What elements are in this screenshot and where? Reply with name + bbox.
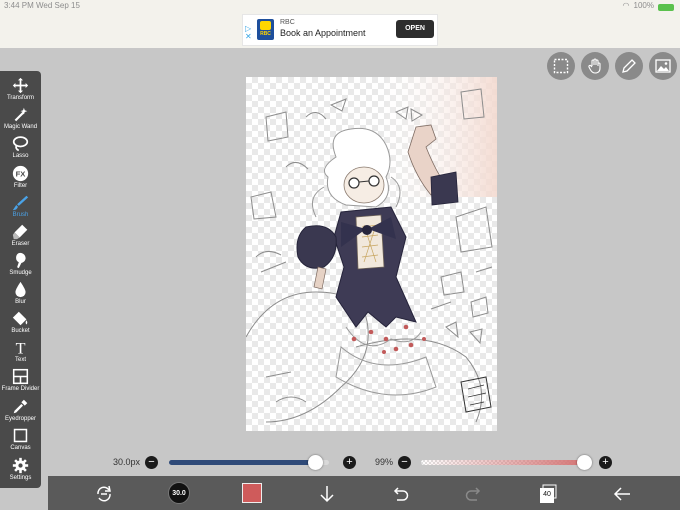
status-bar: 3:44 PM Wed Sep 15 ◠ 100%	[0, 0, 680, 12]
tool-label: Canvas	[10, 445, 31, 451]
status-time: 3:44 PM Wed Sep 15	[4, 1, 80, 10]
svg-text:FX: FX	[16, 169, 27, 178]
magic-wand-icon	[14, 107, 28, 122]
tool-transform[interactable]: Transform	[0, 76, 41, 105]
pen-button[interactable]	[615, 52, 643, 80]
move-icon	[12, 77, 29, 94]
tool-label: Frame Divider	[1, 386, 40, 392]
ad-brand: RBC	[280, 19, 295, 26]
brush-size-decrease-button[interactable]: −	[145, 456, 158, 469]
image-icon	[655, 59, 671, 73]
tool-magic-wand[interactable]: Magic Wand	[0, 105, 41, 134]
tool-label: Settings	[9, 475, 32, 481]
status-right: ◠ 100%	[623, 0, 674, 12]
brush-size-slider[interactable]	[169, 460, 329, 465]
opacity-decrease-button[interactable]: −	[398, 456, 411, 469]
tool-eraser[interactable]: Eraser	[0, 222, 41, 251]
tool-brush[interactable]: Brush	[0, 193, 41, 222]
tool-label: Transform	[6, 95, 35, 101]
tool-eyedropper[interactable]: Eyedropper	[0, 397, 41, 426]
artwork-illustration	[246, 77, 497, 423]
ad-title: Book an Appointment	[280, 28, 366, 38]
tool-label: Magic Wand	[3, 124, 38, 130]
undo-button[interactable]	[389, 483, 411, 505]
hand-icon	[588, 58, 601, 74]
tool-canvas[interactable]: Canvas	[0, 426, 41, 455]
battery-icon	[658, 3, 674, 11]
tool-blur[interactable]: Blur	[0, 280, 41, 309]
gear-icon	[12, 457, 29, 474]
tool-text[interactable]: T Text	[0, 338, 41, 367]
tool-label: Smudge	[9, 270, 32, 276]
lasso-icon	[12, 136, 29, 152]
tool-settings[interactable]: Settings	[0, 456, 41, 485]
tool-label: Text	[14, 357, 26, 363]
tool-label: Blur	[15, 299, 26, 305]
selection-button[interactable]	[547, 52, 575, 80]
arrow-down-icon	[320, 486, 334, 503]
opacity-value: 99%	[375, 457, 394, 467]
wifi-icon: ◠	[622, 1, 630, 10]
image-button[interactable]	[649, 52, 677, 80]
tool-label: Filter	[13, 183, 28, 189]
ad-area: ▷ ✕ RBC RBC Book an Appointment OPEN	[0, 12, 680, 48]
arrow-left-icon	[613, 487, 630, 501]
layers-button[interactable]: 40	[537, 483, 559, 505]
hand-button[interactable]	[581, 52, 609, 80]
ad-open-button[interactable]: OPEN	[396, 20, 434, 38]
tool-label: Lasso	[12, 153, 29, 159]
eraser-icon	[12, 224, 28, 240]
drawing-canvas[interactable]	[246, 77, 497, 431]
tool-label: Bucket	[11, 328, 30, 334]
opacity-slider-knob[interactable]	[577, 455, 593, 470]
svg-text:T: T	[16, 340, 26, 356]
brush-size-value: 30.0px	[113, 457, 141, 467]
tool-label: Eyedropper	[4, 416, 37, 422]
transform-rotate-button[interactable]	[93, 483, 115, 505]
color-swatch[interactable]	[242, 483, 262, 503]
tool-label: Eraser	[11, 241, 30, 247]
tool-frame-divider[interactable]: Frame Divider	[0, 367, 41, 396]
tool-panel: Transform Magic Wand Lasso FX Filter Bru…	[0, 71, 41, 488]
frame-divider-icon	[12, 368, 29, 385]
text-icon: T	[16, 340, 26, 356]
layers-count: 40	[543, 491, 551, 498]
brush-size-increase-button[interactable]: +	[343, 456, 356, 469]
tool-bucket[interactable]: Bucket	[0, 309, 41, 338]
smudge-icon	[16, 252, 26, 269]
brush-size-slider-knob[interactable]	[307, 455, 323, 470]
back-button[interactable]	[611, 483, 633, 505]
tool-label: Brush	[12, 212, 29, 218]
pen-icon	[622, 59, 636, 73]
redo-button[interactable]	[463, 483, 485, 505]
ad-choices-icon[interactable]: ▷ ✕	[245, 25, 252, 41]
opacity-slider[interactable]	[421, 460, 586, 465]
brush-size-slider-fill	[169, 460, 315, 465]
fx-icon: FX	[12, 165, 29, 182]
opacity-increase-button[interactable]: +	[599, 456, 612, 469]
selection-icon	[553, 58, 569, 74]
undo-icon	[393, 487, 409, 501]
drop-icon	[15, 281, 26, 298]
rotate-transform-icon	[97, 485, 111, 502]
eyedropper-icon	[13, 399, 28, 414]
redo-icon	[465, 487, 481, 501]
tool-lasso[interactable]: Lasso	[0, 134, 41, 163]
rbc-logo-icon: RBC	[257, 19, 274, 40]
canvas-icon	[13, 428, 28, 443]
brush-size-badge[interactable]: 30.0	[168, 482, 190, 504]
tool-smudge[interactable]: Smudge	[0, 251, 41, 280]
brush-icon	[12, 195, 29, 211]
bucket-icon	[12, 311, 28, 326]
bottom-toolbar: 30.0 40	[48, 476, 680, 510]
tool-filter[interactable]: FX Filter	[0, 164, 41, 193]
ad-banner[interactable]: ▷ ✕ RBC RBC Book an Appointment OPEN	[242, 14, 438, 46]
battery-percent: 100%	[633, 1, 654, 10]
download-button[interactable]	[316, 483, 338, 505]
opacity-slider-fill	[421, 460, 585, 465]
